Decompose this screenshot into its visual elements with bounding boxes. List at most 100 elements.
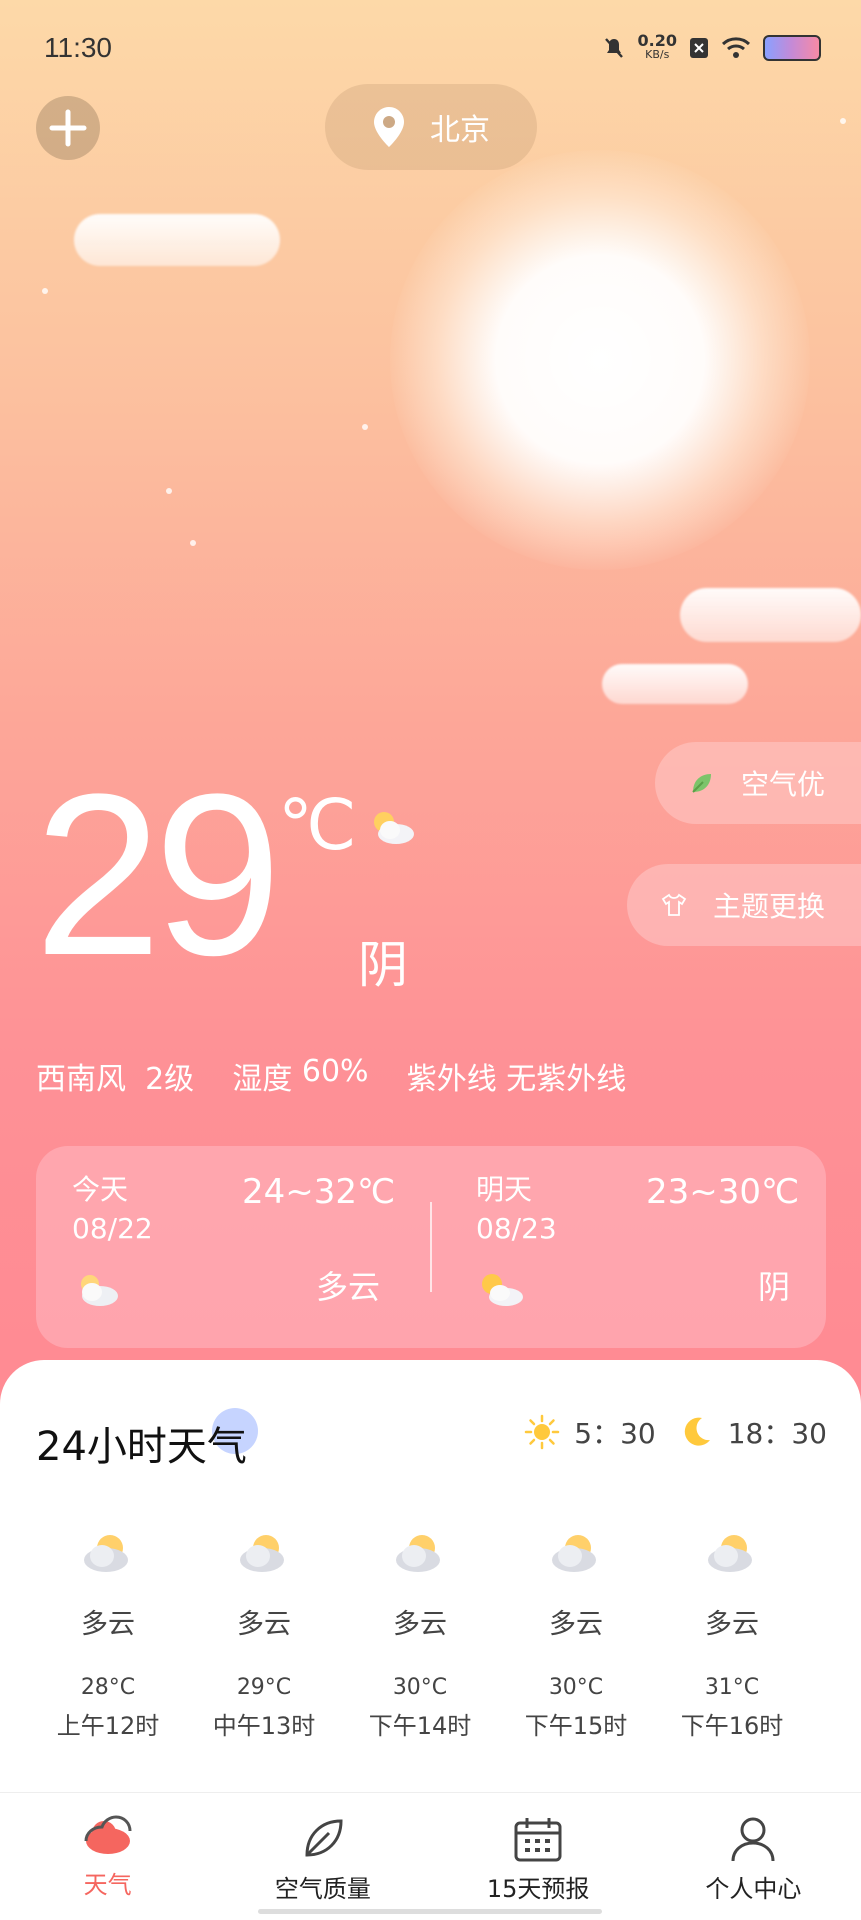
hourly-item: 多云 29°C 中午13时 <box>186 1528 342 1741</box>
air-quality-button[interactable]: 空气优 <box>655 742 861 824</box>
wind-direction: 西南风 <box>36 1062 126 1097</box>
nav-label: 天气 <box>83 1871 132 1899</box>
hourly-condition: 多云 <box>393 1609 447 1640</box>
partly-cloudy-icon <box>374 812 414 844</box>
hourly-temp: 30°C <box>548 1675 604 1700</box>
two-day-forecast-card[interactable]: 今天 08/22 24~32℃ 多云 明天 08/23 23~30℃ 阴 <box>36 1146 826 1348</box>
leaf-icon <box>305 1819 343 1857</box>
status-time: 11:30 <box>44 32 112 63</box>
sparkle-decoration <box>166 488 172 494</box>
theme-change-label: 主题更换 <box>713 890 826 923</box>
home-indicator[interactable] <box>258 1909 602 1914</box>
day-temp-range: 23~30℃ <box>646 1172 800 1212</box>
city-name: 北京 <box>430 113 490 148</box>
weather-icon <box>84 1815 132 1854</box>
cloudy-icon <box>396 1535 440 1572</box>
hourly-list: 多云 28°C 上午12时 多云 29°C 中午13时 多云 30°C 下午14… <box>0 1528 861 1741</box>
sparkle-decoration <box>42 288 48 294</box>
day-label: 明天 <box>476 1173 533 1206</box>
air-quality-label: 空气优 <box>741 768 826 801</box>
nav-tab-15day-forecast[interactable]: 15天预报 <box>431 1793 646 1920</box>
current-temperature: 29 <box>34 746 282 1003</box>
sparkle-decoration <box>190 540 196 546</box>
leaf-icon <box>692 774 711 793</box>
hourly-time: 下午16时 <box>680 1712 784 1740</box>
sparkle-decoration <box>362 424 368 430</box>
hourly-temp: 31°C <box>704 1675 760 1700</box>
humidity-value: 60% <box>301 1054 369 1089</box>
nav-label: 个人中心 <box>705 1875 802 1903</box>
hourly-time: 下午15时 <box>524 1712 628 1740</box>
cloud-decoration <box>602 664 748 704</box>
plus-icon <box>49 109 87 147</box>
sparkle-decoration <box>840 118 846 124</box>
cloudy-icon <box>84 1535 128 1572</box>
day-forecast-today: 今天 08/22 24~32℃ 多云 <box>36 1146 430 1348</box>
sunrise-time: 5：30 <box>574 1417 656 1450</box>
hourly-temp: 29°C <box>236 1675 292 1700</box>
moon-icon <box>684 1417 710 1446</box>
battery-icon <box>763 35 821 61</box>
net-speed-value: 0.20 <box>637 31 677 50</box>
day-condition: 阴 <box>758 1268 791 1306</box>
day-date: 08/23 <box>476 1212 557 1245</box>
day-temp-range: 24~32℃ <box>242 1172 396 1212</box>
hourly-item: 多云 31°C 下午16时 <box>654 1528 810 1741</box>
uv-value: 无紫外线 <box>506 1062 627 1097</box>
sun-decoration <box>390 150 810 570</box>
calendar-icon <box>514 1818 562 1862</box>
user-icon <box>731 1817 775 1862</box>
sun-icon <box>525 1414 560 1450</box>
sim-x-icon <box>690 38 708 58</box>
mute-bell-icon <box>604 38 623 58</box>
humidity-label: 湿度 <box>232 1062 293 1097</box>
cloudy-icon <box>708 1535 752 1572</box>
sunset-time: 18：30 <box>727 1417 827 1450</box>
nav-tab-profile[interactable]: 个人中心 <box>646 1793 861 1920</box>
weather-screen: 11:30 0.20 KB/s 北京 空气优 主题更换 29 ℃ 阴 西南风 2… <box>0 0 861 1920</box>
day-label: 今天 <box>72 1173 129 1206</box>
theme-change-button[interactable]: 主题更换 <box>627 864 861 946</box>
hourly-condition: 多云 <box>81 1609 135 1640</box>
hourly-condition: 多云 <box>549 1609 603 1640</box>
hourly-item: 多云 30°C 下午15时 <box>498 1528 654 1741</box>
weather-details: 西南风 2级 湿度 60% 紫外线 无紫外线 <box>36 1054 626 1098</box>
hourly-time: 上午12时 <box>56 1712 160 1740</box>
hourly-time: 中午13时 <box>212 1712 316 1740</box>
hourly-time: 下午14时 <box>368 1712 472 1740</box>
net-speed: 0.20 KB/s <box>637 31 677 62</box>
day-date: 08/22 <box>72 1212 153 1245</box>
hourly-item: 多云 28°C 上午12时 <box>30 1528 186 1741</box>
add-city-button[interactable] <box>36 96 100 160</box>
nav-label: 空气质量 <box>274 1875 371 1903</box>
cloud-decoration <box>74 214 280 266</box>
uv-label: 紫外线 <box>406 1062 497 1097</box>
nav-tab-air-quality[interactable]: 空气质量 <box>215 1793 430 1920</box>
hourly-condition: 多云 <box>705 1609 759 1640</box>
hourly-temp: 28°C <box>80 1675 136 1700</box>
hourly-item: 多云 30°C 下午14时 <box>342 1528 498 1741</box>
day-condition: 多云 <box>316 1268 381 1306</box>
hourly-temp: 30°C <box>392 1675 448 1700</box>
cloud-decoration <box>680 588 861 642</box>
shirt-icon <box>661 893 687 916</box>
hourly-title: 24小时天气 <box>36 1424 247 1470</box>
cloudy-icon <box>552 1535 596 1572</box>
hourly-condition: 多云 <box>237 1609 291 1640</box>
cloudy-icon <box>240 1535 284 1572</box>
current-condition: 阴 <box>358 936 408 994</box>
nav-tab-weather[interactable]: 天气 <box>0 1793 215 1920</box>
cloudy-icon <box>81 1275 118 1306</box>
wifi-icon <box>721 37 751 58</box>
day-forecast-tomorrow: 明天 08/23 23~30℃ 阴 <box>432 1146 826 1348</box>
bottom-nav: 天气 空气质量 15天预报 个人中心 <box>0 1792 861 1920</box>
location-selector[interactable]: 北京 <box>325 84 537 170</box>
location-pin-icon <box>374 107 404 147</box>
net-speed-unit: KB/s <box>645 48 670 61</box>
partly-cloudy-icon <box>482 1274 523 1306</box>
wind-level: 2级 <box>145 1062 195 1097</box>
status-icons: 0.20 KB/s <box>602 31 821 62</box>
nav-label: 15天预报 <box>486 1875 590 1903</box>
temperature-unit: ℃ <box>278 786 357 864</box>
sun-times: 5：30 18：30 <box>524 1412 827 1452</box>
